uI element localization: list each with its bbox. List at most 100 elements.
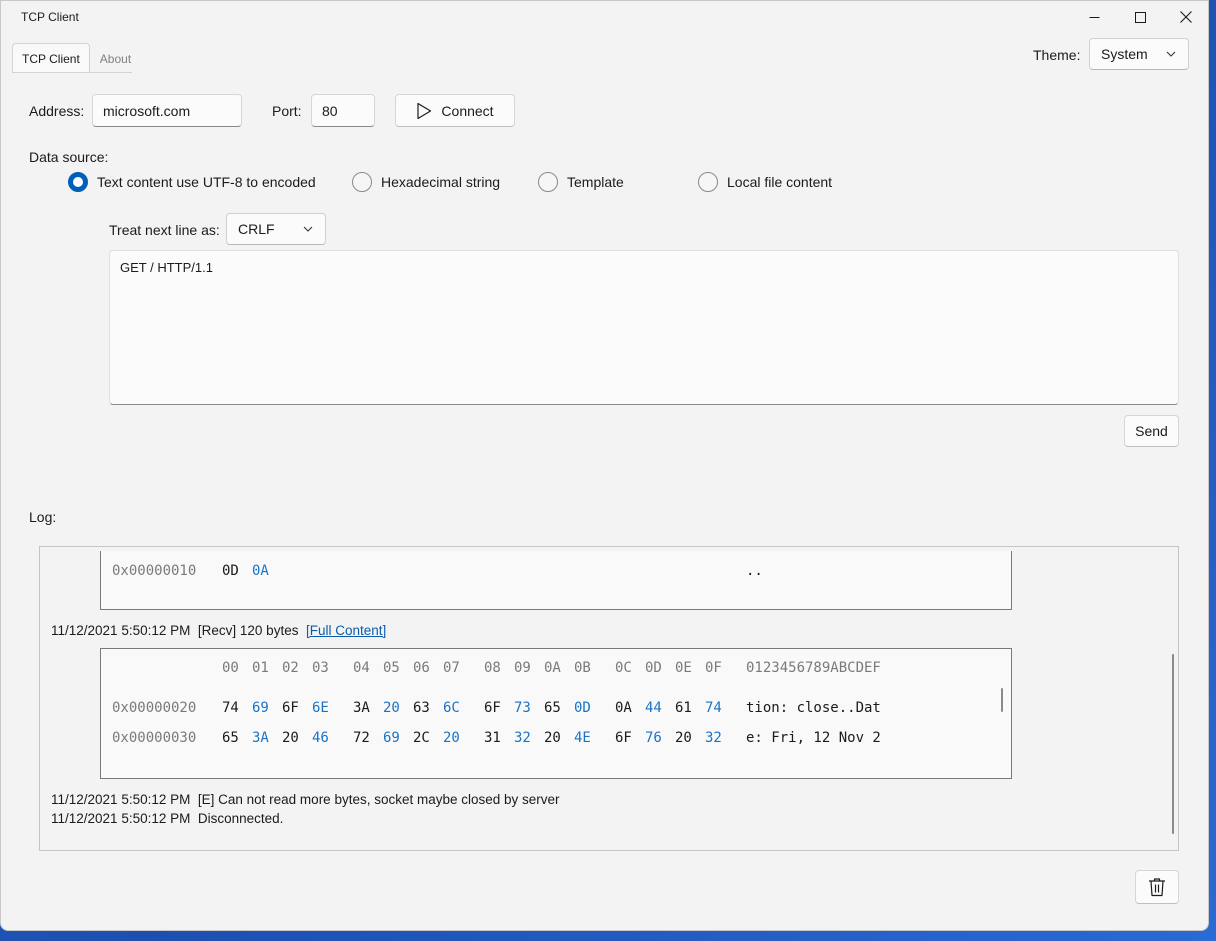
- hex-header-cell: 09: [514, 660, 531, 676]
- log-size: 120 bytes: [239, 623, 299, 638]
- hex-byte: 0A: [252, 563, 269, 579]
- clear-log-button[interactable]: [1135, 870, 1179, 904]
- hex-header-cell: 0F: [705, 660, 722, 676]
- log-time: 11/12/2021 5:50:12 PM: [51, 792, 191, 807]
- payload-textarea[interactable]: GET / HTTP/1.1: [109, 250, 1179, 405]
- tab-tcp-client[interactable]: TCP Client: [12, 43, 90, 73]
- app-window: TCP Client TCP Client About Theme: Syste…: [0, 0, 1209, 931]
- hex-byte: 63: [413, 700, 430, 716]
- chevron-down-icon: [1166, 51, 1176, 57]
- theme-select[interactable]: System: [1089, 38, 1189, 70]
- hex-header-cell: 06: [413, 660, 430, 676]
- log-label: Log:: [29, 509, 57, 525]
- hex-byte: 3A: [252, 730, 269, 746]
- data-source-label: Data source:: [29, 149, 109, 165]
- hex-byte: 74: [705, 700, 722, 716]
- hex-byte: 6F: [484, 700, 501, 716]
- hex-byte: 20: [282, 730, 299, 746]
- hex-byte: 31: [484, 730, 501, 746]
- window-title: TCP Client: [21, 10, 79, 24]
- hex-header-cell: 04: [353, 660, 370, 676]
- trash-icon: [1149, 878, 1165, 897]
- close-icon: [1180, 11, 1192, 23]
- radio-indicator: [698, 172, 718, 192]
- hex-ascii: ..: [746, 563, 763, 579]
- hex-byte: 65: [544, 700, 561, 716]
- send-button[interactable]: Send: [1124, 415, 1179, 447]
- title-bar: TCP Client: [1, 1, 1208, 35]
- hex-block-sent: 0x00000010 0D 0A ..: [100, 551, 1012, 610]
- hex-header-cell: 01: [252, 660, 269, 676]
- hex-header-cell: 08: [484, 660, 501, 676]
- hex-header-cell: 07: [443, 660, 460, 676]
- hex-byte: 6F: [282, 700, 299, 716]
- radio-utf8-text[interactable]: Text content use UTF-8 to encoded: [68, 172, 316, 192]
- log-time: 11/12/2021 5:50:12 PM: [51, 811, 191, 826]
- connect-button-label: Connect: [441, 102, 494, 119]
- connect-button[interactable]: Connect: [395, 94, 515, 127]
- log-panel[interactable]: 0x00000010 0D 0A .. 11/12/2021 5:50:12 P…: [39, 546, 1179, 851]
- hex-offset: 0x00000010: [112, 563, 197, 579]
- hex-block-scrollbar[interactable]: [1001, 688, 1003, 712]
- hex-byte: 69: [252, 700, 269, 716]
- radio-hex-string[interactable]: Hexadecimal string: [352, 172, 500, 192]
- hex-byte: 3A: [353, 700, 370, 716]
- tab-strip: TCP Client About: [12, 43, 141, 73]
- hex-header-cell: 05: [383, 660, 400, 676]
- hex-byte: 0D: [222, 563, 239, 579]
- radio-label: Template: [567, 174, 624, 190]
- hex-byte: 65: [222, 730, 239, 746]
- hex-header-ascii: 0123456789ABCDEF: [746, 660, 881, 676]
- address-input[interactable]: microsoft.com: [92, 94, 242, 127]
- hex-offset: 0x00000030: [112, 730, 197, 746]
- radio-label: Local file content: [727, 174, 833, 190]
- log-entry-disconnected: 11/12/2021 5:50:12 PM Disconnected.: [51, 811, 283, 826]
- radio-template[interactable]: Template: [538, 172, 624, 192]
- hex-header-cell: 0E: [675, 660, 692, 676]
- newline-select-value: CRLF: [238, 221, 275, 237]
- hex-offset: 0x00000020: [112, 700, 197, 716]
- tab-divider: [12, 72, 132, 73]
- minimize-button[interactable]: [1071, 1, 1117, 33]
- hex-header-cell: 00: [222, 660, 239, 676]
- hex-byte: 73: [514, 700, 531, 716]
- port-input-value: 80: [322, 102, 338, 119]
- hex-ascii: e: Fri, 12 Nov 2: [746, 730, 881, 746]
- hex-byte: 2C: [413, 730, 430, 746]
- newline-label: Treat next line as:: [109, 222, 220, 238]
- close-button[interactable]: [1163, 1, 1209, 33]
- hex-byte: 0D: [574, 700, 591, 716]
- log-scrollbar[interactable]: [1172, 654, 1174, 834]
- hex-byte: 20: [544, 730, 561, 746]
- port-label: Port:: [272, 103, 302, 119]
- hex-byte: 20: [675, 730, 692, 746]
- address-input-value: microsoft.com: [103, 102, 191, 119]
- hex-byte: 32: [514, 730, 531, 746]
- log-entry-error: 11/12/2021 5:50:12 PM [E] Can not read m…: [51, 792, 560, 807]
- log-tag: [Recv]: [197, 623, 237, 638]
- hex-byte: 32: [705, 730, 722, 746]
- hex-header-cell: 0B: [574, 660, 591, 676]
- tab-about[interactable]: About: [90, 43, 141, 73]
- newline-select[interactable]: CRLF: [226, 213, 326, 245]
- port-input[interactable]: 80: [311, 94, 375, 127]
- radio-indicator: [352, 172, 372, 192]
- hex-byte: 76: [645, 730, 662, 746]
- maximize-button[interactable]: [1117, 1, 1163, 33]
- hex-header-cell: 0C: [615, 660, 632, 676]
- play-icon: [417, 102, 432, 119]
- radio-local-file[interactable]: Local file content: [698, 172, 832, 192]
- hex-byte: 69: [383, 730, 400, 746]
- hex-header-cell: 02: [282, 660, 299, 676]
- radio-label: Text content use UTF-8 to encoded: [97, 174, 316, 190]
- theme-label: Theme:: [1033, 47, 1081, 63]
- hex-header-cell: 03: [312, 660, 329, 676]
- radio-label: Hexadecimal string: [381, 174, 501, 190]
- hex-byte: 74: [222, 700, 239, 716]
- address-label: Address:: [29, 103, 85, 119]
- full-content-link[interactable]: [Full Content]: [306, 623, 386, 638]
- send-button-label: Send: [1135, 423, 1168, 439]
- log-entry-recv: 11/12/2021 5:50:12 PM [Recv] 120 bytes […: [51, 623, 386, 638]
- hex-ascii: tion: close..Dat: [746, 700, 881, 716]
- hex-block-recv: 00 01 02 03 04 05 06 07 08 09 0A 0B 0C 0D 0E 0F 01234567…: [100, 648, 1012, 779]
